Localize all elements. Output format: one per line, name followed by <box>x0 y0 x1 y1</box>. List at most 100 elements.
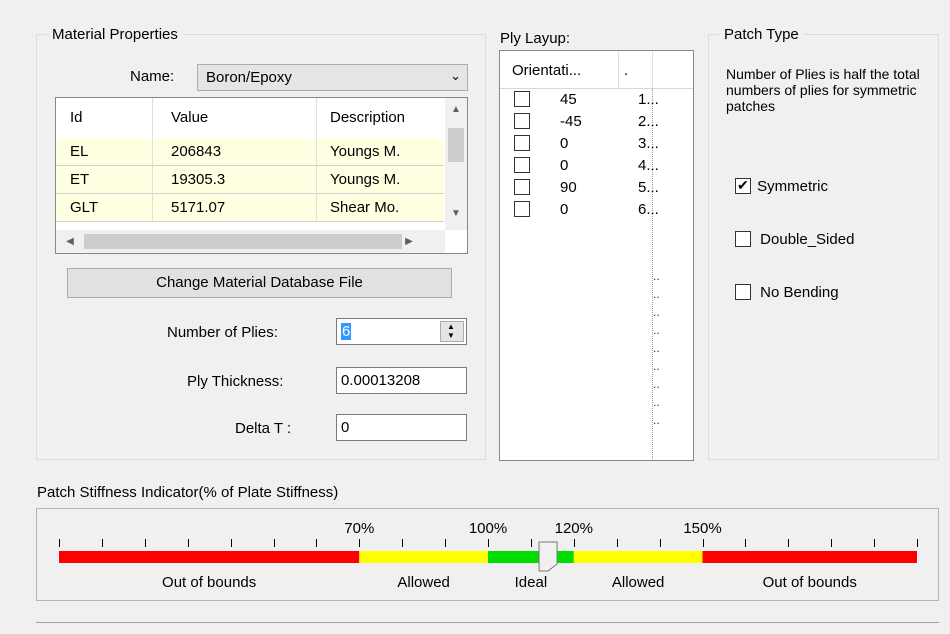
scale-tick-label: 70% <box>344 520 374 537</box>
column-header-orientation[interactable]: Orientati... <box>512 62 581 79</box>
filler-dots: .. <box>653 359 660 373</box>
material-name-combobox[interactable]: Boron/Epoxy ⌄ <box>197 64 468 91</box>
checkbox-box[interactable] <box>735 231 751 248</box>
material-name-label: Name: <box>130 68 175 85</box>
layup-header-divider <box>652 51 653 88</box>
row-value: 19305.3 <box>171 171 226 188</box>
spin-down-arrow-icon[interactable]: ▼ <box>447 331 455 340</box>
ply-orientation[interactable]: 45 <box>560 91 577 108</box>
vertical-scroll-thumb[interactable] <box>448 128 464 162</box>
material-properties-title: Material Properties <box>52 26 178 43</box>
row-description: Shear Mo. <box>330 199 400 216</box>
ply-index: 5... <box>638 179 659 196</box>
table-row[interactable]: EL 206843 Youngs M. <box>56 138 444 166</box>
checkbox-box[interactable]: ✔ <box>735 177 751 195</box>
layup-header-divider <box>618 51 619 88</box>
plies-spin-buttons[interactable]: ▲ ▼ <box>440 321 464 342</box>
ply-index: 1... <box>638 91 659 108</box>
number-of-plies-value: 6 <box>341 323 352 340</box>
layup-row[interactable]: 90 5... <box>500 177 693 199</box>
stiffness-indicator-title: Patch Stiffness Indicator(% of Plate Sti… <box>37 484 339 501</box>
zone-segment <box>702 551 917 563</box>
delta-t-input[interactable]: 0 <box>336 414 467 441</box>
horizontal-scroll-thumb[interactable] <box>84 234 402 249</box>
layup-row[interactable]: 0 3... <box>500 133 693 155</box>
vertical-scrollbar[interactable]: ▲ ▼ <box>445 98 467 230</box>
column-header-value[interactable]: Value <box>171 104 208 131</box>
filler-dots: .. <box>653 377 660 391</box>
row-select-checkbox[interactable] <box>514 91 530 107</box>
ply-orientation[interactable]: -45 <box>560 113 582 130</box>
ply-index: 2... <box>638 113 659 130</box>
row-select-checkbox[interactable] <box>514 179 530 195</box>
ply-orientation[interactable]: 90 <box>560 179 577 196</box>
layup-row[interactable]: 0 4... <box>500 155 693 177</box>
number-of-plies-input[interactable]: 6 ▲ ▼ <box>336 318 467 345</box>
number-of-plies-label: Number of Plies: <box>167 324 278 341</box>
material-name-value: Boron/Epoxy <box>206 69 292 86</box>
no-bending-label: No Bending <box>760 283 839 301</box>
column-header-description[interactable]: Description <box>330 104 430 131</box>
filler-dots: .. <box>653 413 660 427</box>
column-divider <box>316 98 317 222</box>
patch-type-title: Patch Type <box>724 26 799 43</box>
scroll-up-arrow-icon[interactable]: ▲ <box>448 102 464 118</box>
double-sided-label: Double_Sided <box>760 230 855 248</box>
scroll-left-arrow-icon[interactable]: ◀ <box>62 234 78 250</box>
ply-orientation[interactable]: 0 <box>560 157 568 174</box>
layup-row[interactable]: -45 2... <box>500 111 693 133</box>
symmetric-checkbox[interactable]: ✔ Symmetric <box>735 177 828 195</box>
ply-layup-table[interactable]: Orientati... . 45 1... -45 2... 0 3... 0 4... 90… <box>499 50 694 461</box>
row-description: Youngs M. <box>330 143 401 160</box>
filler-dots: .. <box>653 395 660 409</box>
ply-orientation[interactable]: 0 <box>560 201 568 218</box>
filler-dots: .. <box>653 323 660 337</box>
layup-row[interactable]: 0 6... <box>500 199 693 221</box>
layup-header: Orientati... . <box>500 51 693 89</box>
row-value: 206843 <box>171 143 222 160</box>
row-id: GLT <box>70 199 99 216</box>
no-bending-checkbox[interactable]: No Bending <box>735 283 839 301</box>
filler-dots: .. <box>653 269 660 283</box>
horizontal-scrollbar[interactable]: ◀ ▶ <box>56 230 445 253</box>
scroll-down-arrow-icon[interactable]: ▼ <box>448 206 464 222</box>
zone-segment <box>359 551 488 563</box>
row-select-checkbox[interactable] <box>514 135 530 151</box>
checkbox-box[interactable] <box>735 284 751 301</box>
row-value: 5171.07 <box>171 199 226 216</box>
patch-type-note: Number of Plies is half the total number… <box>726 66 920 114</box>
zone-label: Allowed <box>397 574 450 591</box>
column-header-id[interactable]: Id <box>70 104 83 131</box>
material-properties-table[interactable]: Id Value Description EL 206843 Youngs M.… <box>55 97 468 254</box>
scale-tick-label: 100% <box>469 520 507 537</box>
double-sided-checkbox[interactable]: Double_Sided <box>735 230 854 248</box>
ply-index: 3... <box>638 135 659 152</box>
zone-segment <box>59 551 360 563</box>
filler-dots: .. <box>653 305 660 319</box>
zone-label: Out of bounds <box>162 574 256 591</box>
ply-orientation[interactable]: 0 <box>560 135 568 152</box>
stiffness-slider-thumb[interactable] <box>538 541 558 572</box>
scroll-right-arrow-icon[interactable]: ▶ <box>401 234 417 250</box>
row-id: ET <box>70 171 90 188</box>
spin-up-arrow-icon[interactable]: ▲ <box>447 322 455 331</box>
delta-t-label: Delta T : <box>235 420 292 437</box>
layup-row[interactable]: 45 1... <box>500 89 693 111</box>
ply-thickness-input[interactable]: 0.00013208 <box>336 367 467 394</box>
ply-layup-title: Ply Layup: <box>500 30 571 47</box>
table-row[interactable]: GLT 5171.07 Shear Mo. <box>56 194 444 222</box>
row-select-checkbox[interactable] <box>514 157 530 173</box>
row-select-checkbox[interactable] <box>514 113 530 129</box>
symmetric-label: Symmetric <box>757 177 829 195</box>
stiffness-scale: Out of bounds Allowed Ideal Allowed Out of b… <box>59 520 918 591</box>
zone-segment <box>488 551 574 563</box>
change-material-database-button[interactable]: Change Material Database File <box>67 268 452 298</box>
scale-tick-label: 150% <box>683 520 721 537</box>
chevron-down-icon: ⌄ <box>450 68 461 83</box>
filler-dots: .. <box>653 341 660 355</box>
column-header-index[interactable]: . <box>624 62 628 79</box>
table-row[interactable]: ET 19305.3 Youngs M. <box>56 166 444 194</box>
zone-label: Allowed <box>612 574 665 591</box>
stiffness-indicator-panel: Out of bounds Allowed Ideal Allowed Out of b… <box>36 508 939 601</box>
row-select-checkbox[interactable] <box>514 201 530 217</box>
